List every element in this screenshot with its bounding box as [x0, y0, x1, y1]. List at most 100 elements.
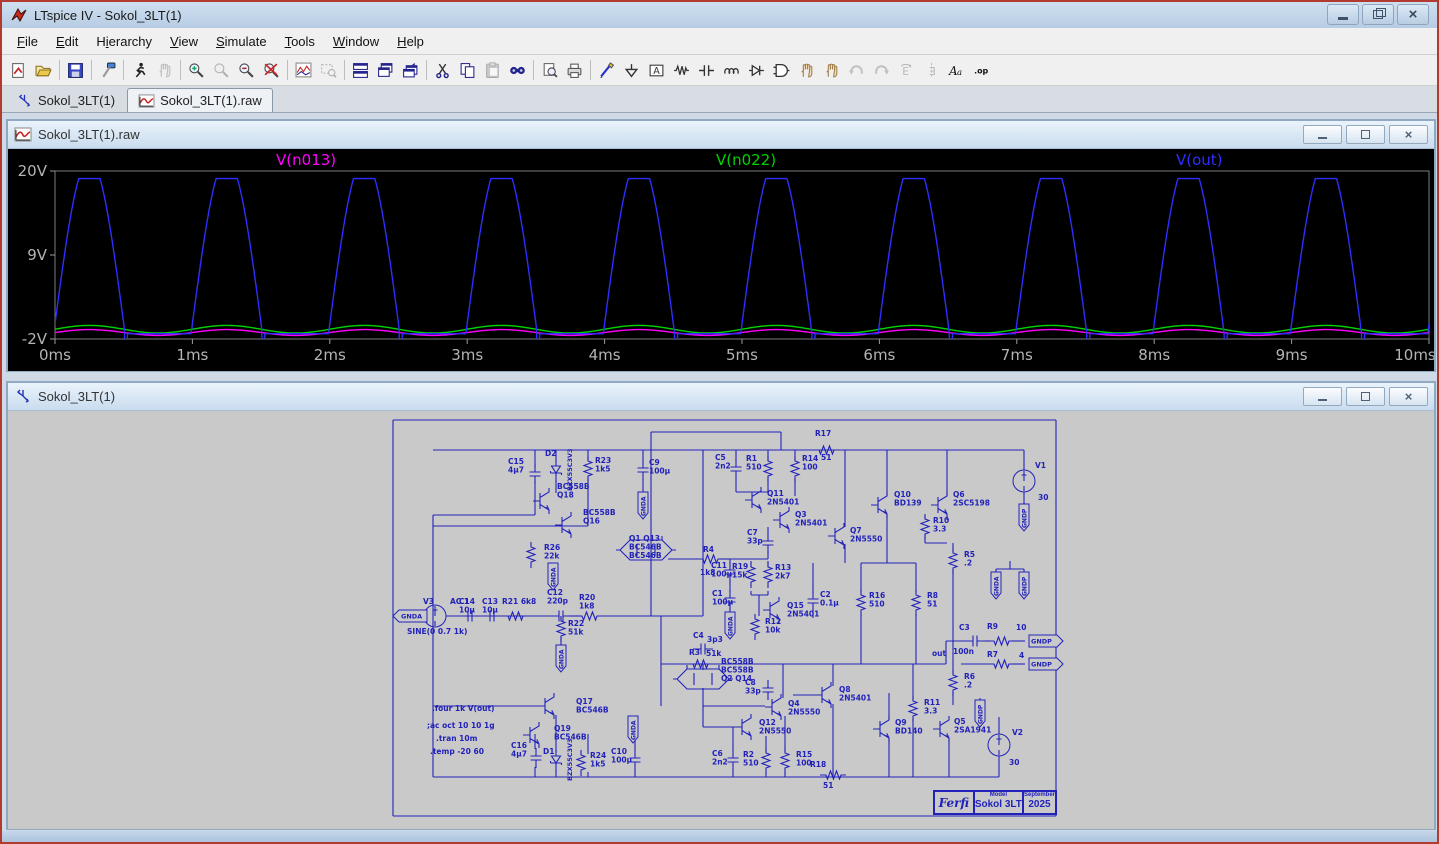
drag-button[interactable] — [819, 58, 844, 82]
schem-minimize-button[interactable] — [1303, 387, 1342, 406]
place-text-button[interactable]: Aa — [944, 58, 969, 82]
zoom-in-icon — [188, 62, 205, 79]
legend-V(n022)[interactable]: V(n022) — [716, 151, 776, 169]
svg-text:3.3: 3.3 — [933, 525, 946, 534]
cut-button[interactable] — [430, 58, 455, 82]
find-icon — [509, 62, 526, 79]
svg-text:R18: R18 — [810, 760, 826, 769]
tab-sokol-3lt-1-raw[interactable]: Sokol_3LT(1).raw — [127, 88, 273, 112]
close-icon: × — [1405, 390, 1413, 403]
save-button[interactable] — [63, 58, 88, 82]
svg-text:4: 4 — [1019, 651, 1024, 660]
autorange-plot-button[interactable] — [291, 58, 316, 82]
svg-text:Q18: Q18 — [557, 491, 574, 500]
svg-text:;ac oct 10 10 1g: ;ac oct 10 10 1g — [427, 721, 495, 730]
toolbar-separator — [91, 60, 92, 80]
schematic-window-title-bar[interactable]: Sokol_3LT(1) × — [8, 383, 1434, 411]
svg-text:.2: .2 — [964, 559, 972, 568]
zoom-in-button[interactable] — [184, 58, 209, 82]
legend-V(n013)[interactable]: V(n013) — [276, 151, 336, 169]
wave-close-button[interactable]: × — [1389, 125, 1428, 144]
cut-icon — [434, 62, 451, 79]
svg-text:GNDA: GNDA — [993, 576, 1000, 596]
wave-minimize-button[interactable] — [1303, 125, 1342, 144]
place-inductor-button[interactable] — [719, 58, 744, 82]
spice-directive-button[interactable]: .op — [969, 58, 994, 82]
cascade-windows-button[interactable] — [373, 58, 398, 82]
place-ground-button[interactable] — [619, 58, 644, 82]
draw-wire-icon — [598, 62, 615, 79]
place-diode-button[interactable] — [744, 58, 769, 82]
menu-tools[interactable]: Tools — [276, 30, 324, 53]
place-capacitor-button[interactable] — [694, 58, 719, 82]
schematic-title-block: Ferfi Model Sokol 3LT September 2025 — [933, 790, 1057, 815]
schem-maximize-button[interactable] — [1346, 387, 1385, 406]
draw-wire-button[interactable] — [594, 58, 619, 82]
zoom-out-button[interactable] — [234, 58, 259, 82]
zoom-full-extents-button[interactable] — [259, 58, 284, 82]
undo-button — [844, 58, 869, 82]
maximize-icon — [1361, 392, 1370, 401]
svg-text:15k: 15k — [732, 571, 748, 580]
zoom-area-icon — [320, 62, 337, 79]
place-resistor-button[interactable] — [669, 58, 694, 82]
svg-text:GNDP: GNDP — [1021, 576, 1028, 596]
restore-button[interactable] — [1362, 4, 1394, 25]
svg-text:GNDA: GNDA — [550, 567, 557, 587]
zoom-back-button — [209, 58, 234, 82]
menu-file[interactable]: File — [8, 30, 47, 53]
legend-V(out)[interactable]: V(out) — [1176, 151, 1223, 169]
svg-text:2N5550: 2N5550 — [850, 535, 882, 544]
menu-window[interactable]: Window — [324, 30, 388, 53]
move-button[interactable] — [794, 58, 819, 82]
arrange-windows-button[interactable] — [398, 58, 423, 82]
svg-text:22k: 22k — [544, 552, 560, 561]
menu-edit[interactable]: Edit — [47, 30, 87, 53]
bottom-window-frame — [2, 831, 1437, 842]
svg-text:51: 51 — [823, 781, 833, 790]
halt-simulation-button — [152, 58, 177, 82]
schematic-canvas[interactable]: C154µ7D2BZX55C3V3R231k5C9100µGNDABC558BQ… — [8, 411, 1434, 829]
new-schematic-button[interactable] — [6, 58, 31, 82]
titleblock-date-top: September — [1024, 792, 1055, 799]
place-text-icon: Aa — [948, 62, 965, 79]
main-title-bar[interactable]: LTspice IV - Sokol_3LT(1) × — [2, 2, 1437, 28]
waveform-plot-area[interactable]: 20V9V-2V0ms1ms2ms3ms4ms5ms6ms7ms8ms9ms10… — [8, 149, 1434, 371]
copy-button[interactable] — [455, 58, 480, 82]
menu-hierarchy[interactable]: Hierarchy — [87, 30, 161, 53]
toolbar-separator — [59, 60, 60, 80]
run-simulation-button[interactable] — [127, 58, 152, 82]
svg-text:3.3: 3.3 — [924, 707, 937, 716]
svg-text:8ms: 8ms — [1138, 346, 1170, 364]
menu-simulate[interactable]: Simulate — [207, 30, 276, 53]
tab-sokol-3lt-1-[interactable]: Sokol_3LT(1) — [6, 89, 125, 112]
control-panel-button[interactable] — [95, 58, 120, 82]
mirror-button: E — [919, 58, 944, 82]
redo-button — [869, 58, 894, 82]
place-component-button[interactable] — [769, 58, 794, 82]
place-label-button[interactable]: A — [644, 58, 669, 82]
redo-icon — [873, 62, 890, 79]
close-button[interactable]: × — [1397, 4, 1429, 25]
find-button[interactable] — [505, 58, 530, 82]
svg-text:Q16: Q16 — [583, 517, 600, 526]
schematic-drawing: C154µ7D2BZX55C3V3R231k5C9100µGNDABC558BQ… — [8, 411, 1434, 829]
menu-view[interactable]: View — [161, 30, 207, 53]
svg-text:E: E — [929, 64, 936, 77]
open-file-button[interactable] — [31, 58, 56, 82]
titleblock-date: 2025 — [1024, 799, 1055, 810]
svg-text:BD139: BD139 — [894, 499, 922, 508]
minimize-button[interactable] — [1327, 4, 1359, 25]
svg-text:100µ: 100µ — [611, 756, 633, 765]
tile-windows-button[interactable] — [348, 58, 373, 82]
svg-text:2N5401: 2N5401 — [795, 519, 827, 528]
print-button[interactable] — [562, 58, 587, 82]
waveform-window-title-bar[interactable]: Sokol_3LT(1).raw × — [8, 121, 1434, 149]
svg-text:GNDP: GNDP — [1021, 508, 1028, 528]
svg-text:7ms: 7ms — [1001, 346, 1033, 364]
wave-maximize-button[interactable] — [1346, 125, 1385, 144]
menu-help[interactable]: Help — [388, 30, 433, 53]
waveform-plot[interactable]: 20V9V-2V0ms1ms2ms3ms4ms5ms6ms7ms8ms9ms10… — [8, 149, 1434, 371]
schem-close-button[interactable]: × — [1389, 387, 1428, 406]
print-preview-button[interactable] — [537, 58, 562, 82]
